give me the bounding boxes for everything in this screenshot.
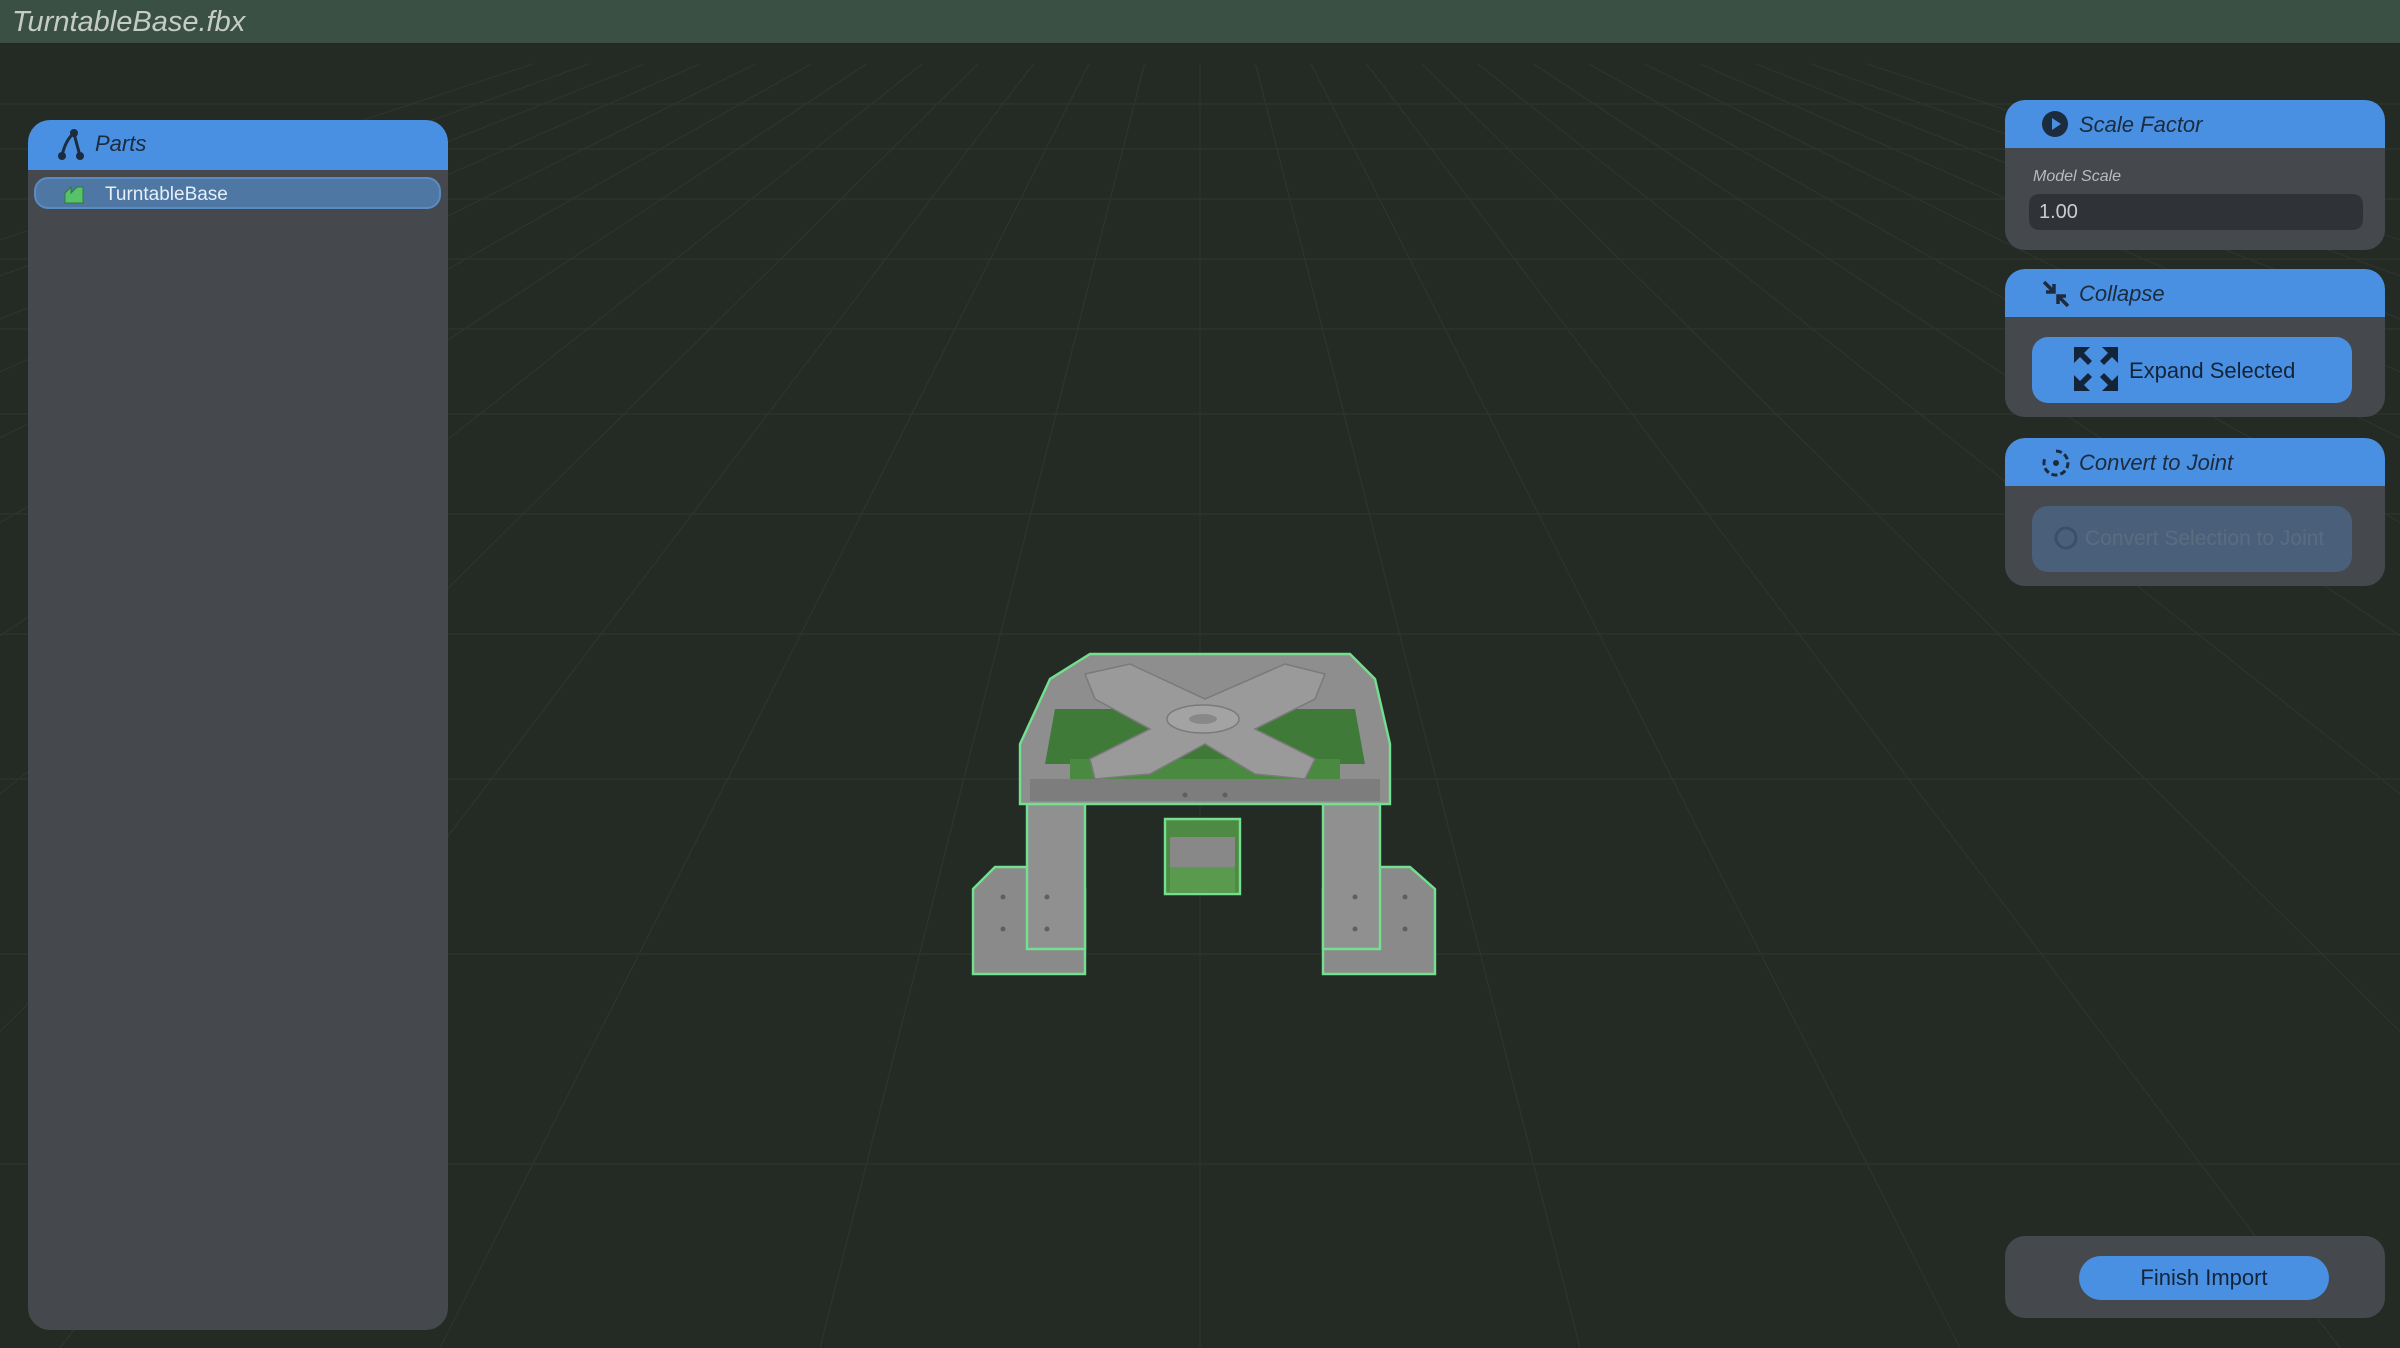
model-scale-input[interactable]: [2029, 194, 2363, 230]
expand-selected-label: Expand Selected: [2129, 358, 2296, 383]
scale-factor-header: Scale Factor: [2005, 100, 2385, 148]
model-scale-label: Model Scale: [2033, 168, 2122, 185]
window-titlebar: TurntableBase.fbx: [0, 0, 2400, 44]
joint-icon: [2054, 526, 2078, 553]
part-item-turntablebase[interactable]: TurntableBase: [34, 177, 441, 209]
convert-selection-to-joint-label: Convert Selection to Joint: [2085, 527, 2325, 550]
convert-to-joint-panel: Convert to Joint Convert Selection to Jo…: [2005, 438, 2385, 586]
collapse-panel: Collapse Expand Selected: [2005, 269, 2385, 417]
finish-import-panel: Finish Import: [2005, 1236, 2385, 1318]
collapse-arrows-icon: [2041, 279, 2071, 314]
window-title: TurntableBase.fbx: [12, 6, 246, 38]
expand-selected-button[interactable]: Expand Selected: [2032, 337, 2352, 403]
rotate-joint-icon: [2041, 448, 2071, 483]
parts-panel-title: Parts: [95, 131, 147, 156]
collapse-title: Collapse: [2079, 281, 2165, 306]
part-item-label: TurntableBase: [105, 184, 228, 205]
convert-to-joint-title: Convert to Joint: [2079, 450, 2234, 475]
convert-to-joint-header: Convert to Joint: [2005, 438, 2385, 486]
model-part-icon: [62, 183, 86, 210]
collapse-header: Collapse: [2005, 269, 2385, 317]
expand-arrows-icon: [2072, 345, 2120, 396]
turntable-base-model[interactable]: [955, 629, 1455, 989]
play-circle-icon: [2041, 110, 2069, 143]
convert-selection-to-joint-button[interactable]: Convert Selection to Joint: [2032, 506, 2352, 572]
scale-factor-title: Scale Factor: [2079, 112, 2203, 137]
parts-panel: Parts TurntableBase: [28, 120, 448, 1330]
hierarchy-icon: [54, 128, 86, 167]
parts-panel-header: Parts: [28, 120, 448, 170]
finish-import-button[interactable]: Finish Import: [2079, 1256, 2329, 1300]
scale-factor-panel: Scale Factor Model Scale: [2005, 100, 2385, 250]
